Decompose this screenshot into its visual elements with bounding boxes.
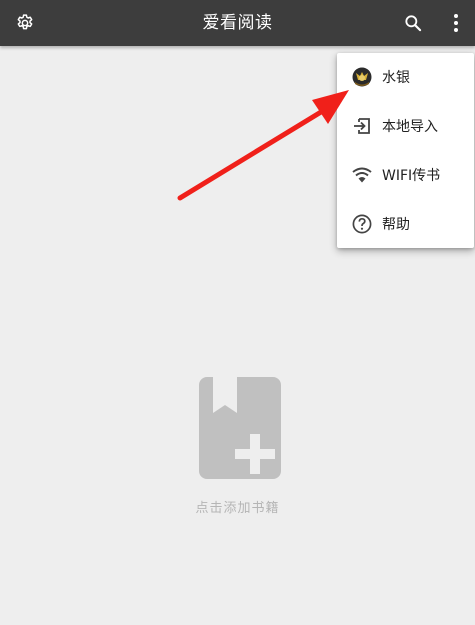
overflow-menu: 水银 本地导入 WIFI传书 帮助 — [337, 53, 474, 248]
more-vertical-icon — [454, 14, 458, 32]
avatar-icon — [351, 66, 373, 88]
menu-item-wifi-transfer[interactable]: WIFI传书 — [337, 151, 474, 199]
settings-button[interactable] — [3, 0, 47, 46]
app-screen: 爱看阅读 点击添加书籍 水银 本地导入 WIFI传书 帮助 — [0, 0, 475, 625]
help-icon — [351, 213, 373, 235]
menu-item-account-label: 水银 — [382, 70, 410, 86]
search-button[interactable] — [391, 0, 435, 46]
book-add-icon — [199, 377, 281, 479]
menu-item-account[interactable]: 水银 — [337, 53, 474, 101]
menu-item-wifi-transfer-label: WIFI传书 — [382, 168, 441, 184]
top-app-bar: 爱看阅读 — [0, 0, 475, 46]
search-icon — [405, 15, 422, 32]
more-options-button[interactable] — [436, 0, 475, 46]
menu-item-help[interactable]: 帮助 — [337, 200, 474, 248]
menu-item-local-import[interactable]: 本地导入 — [337, 102, 474, 150]
add-book-button[interactable] — [199, 377, 281, 479]
add-book-hint[interactable]: 点击添加书籍 — [0, 497, 475, 516]
wifi-icon — [351, 164, 373, 186]
import-icon — [351, 115, 373, 137]
menu-item-help-label: 帮助 — [382, 217, 410, 233]
gear-icon — [17, 14, 33, 30]
menu-item-local-import-label: 本地导入 — [382, 119, 438, 135]
